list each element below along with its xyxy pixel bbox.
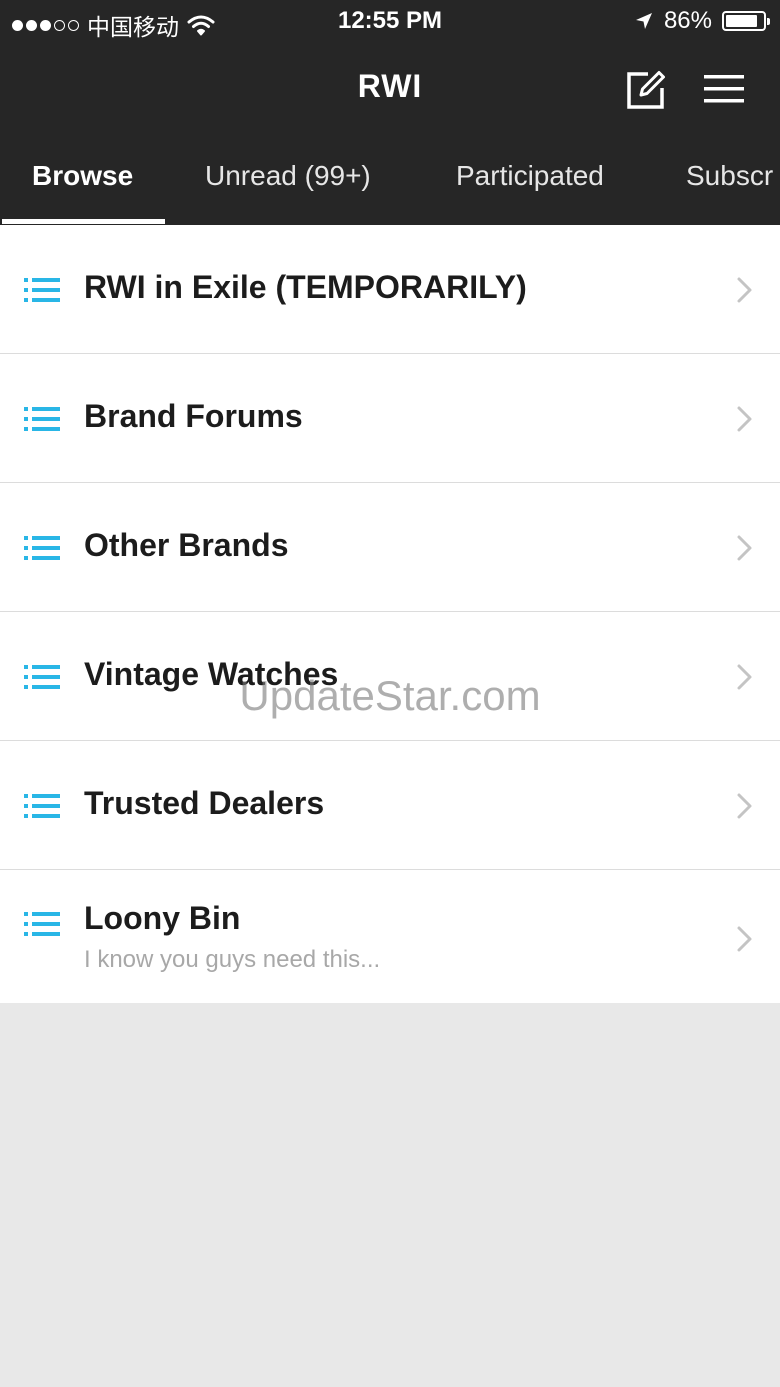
chevron-right-icon xyxy=(737,793,752,819)
list-icon xyxy=(24,278,60,302)
list-icon xyxy=(24,794,60,818)
list-icon xyxy=(24,912,60,936)
list-item[interactable]: Vintage Watches xyxy=(0,612,780,741)
list-item[interactable]: RWI in Exile (TEMPORARILY) xyxy=(0,225,780,354)
chevron-right-icon xyxy=(737,277,752,303)
compose-icon xyxy=(627,71,665,109)
list-item[interactable]: Loony Bin I know you guys need this... xyxy=(0,870,780,1003)
list-icon xyxy=(24,665,60,689)
chevron-right-icon xyxy=(737,535,752,561)
tab-participated[interactable]: Participated xyxy=(456,160,604,192)
list-item[interactable]: Other Brands xyxy=(0,483,780,612)
app-header: 中国移动 12:55 PM 86% RWI Browse Unread (99+… xyxy=(0,0,780,225)
forum-title: Trusted Dealers xyxy=(84,785,325,821)
battery-percentage: 86% xyxy=(663,7,712,34)
forum-subtitle: I know you guys need this... xyxy=(84,946,381,973)
list-item[interactable]: Brand Forums xyxy=(0,354,780,483)
battery-icon xyxy=(722,11,770,31)
hamburger-menu-button[interactable] xyxy=(702,70,746,110)
forum-title: Vintage Watches xyxy=(84,656,339,692)
forum-title: Loony Bin xyxy=(84,900,241,936)
location-arrow-icon xyxy=(635,13,652,29)
forum-title: Brand Forums xyxy=(84,398,303,434)
battery-fill xyxy=(726,15,757,27)
list-item[interactable]: Trusted Dealers xyxy=(0,741,780,870)
status-right: 86% xyxy=(634,7,770,35)
forum-tabs: Browse Unread (99+) Participated Subscr xyxy=(0,140,780,225)
tab-unread[interactable]: Unread (99+) xyxy=(205,160,371,192)
forum-title: Other Brands xyxy=(84,527,289,563)
list-icon xyxy=(24,536,60,560)
forum-list: RWI in Exile (TEMPORARILY) Brand Forums xyxy=(0,225,780,1003)
status-bar: 中国移动 12:55 PM 86% xyxy=(0,0,780,44)
chevron-right-icon xyxy=(737,926,752,952)
active-tab-indicator xyxy=(2,219,165,224)
compose-button[interactable] xyxy=(624,68,668,112)
tab-subscribed[interactable]: Subscr xyxy=(686,160,773,192)
chevron-right-icon xyxy=(737,664,752,690)
forum-title: RWI in Exile (TEMPORARILY) xyxy=(84,269,527,305)
tab-browse[interactable]: Browse xyxy=(32,160,133,192)
chevron-right-icon xyxy=(737,406,752,432)
list-icon xyxy=(24,407,60,431)
hamburger-menu-icon xyxy=(704,75,744,103)
app-screen: 中国移动 12:55 PM 86% RWI Browse Unread (99+… xyxy=(0,0,780,1387)
